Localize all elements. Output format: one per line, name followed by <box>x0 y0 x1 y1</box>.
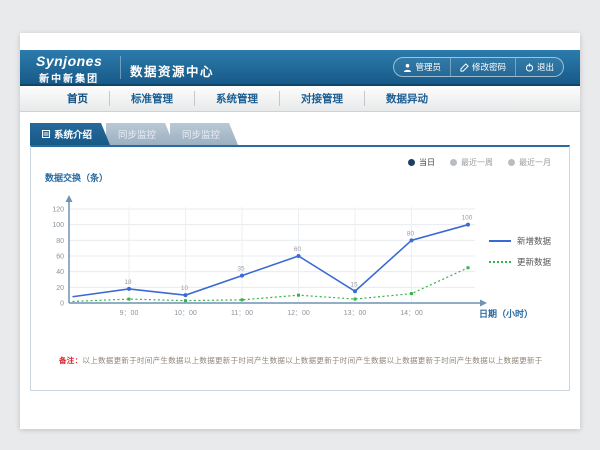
legend-updated-data-label: 更新数据 <box>517 256 551 268</box>
filter-last-month[interactable]: 最近一月 <box>508 157 551 168</box>
legend-item-new-data: 新增数据 <box>489 235 551 247</box>
legend-item-updated-data: 更新数据 <box>489 256 551 268</box>
tab-system-intro-label: 系统介绍 <box>54 127 92 141</box>
chart-panel: 当日 最近一周 最近一月 数据交换（条） 0 20 40 60 80 100 120 9：00… <box>30 145 570 391</box>
time-range-filters: 当日 最近一周 最近一月 <box>408 157 551 168</box>
svg-text:14：00: 14：00 <box>400 310 423 317</box>
svg-text:100: 100 <box>52 222 64 229</box>
svg-text:10: 10 <box>181 285 189 292</box>
svg-text:60: 60 <box>294 246 302 253</box>
svg-text:13：00: 13：00 <box>344 310 367 317</box>
y-axis-title: 数据交换（条） <box>45 171 108 184</box>
radio-selected-icon <box>408 159 415 166</box>
change-password-button[interactable]: 修改密码 <box>450 58 515 76</box>
logo-brand-text: Synjones <box>36 53 102 69</box>
nav-item-system-mgmt[interactable]: 系统管理 <box>194 91 279 106</box>
document-icon <box>42 130 50 138</box>
tab-bar: 系统介绍 同步监控 同步监控 <box>30 123 234 145</box>
radio-unselected-icon <box>450 159 457 166</box>
app-header: Synjones 新中新集团 数据资源中心 管理员 修改密码 <box>20 50 580 86</box>
admin-user-button[interactable]: 管理员 <box>394 58 450 76</box>
tab-system-intro[interactable]: 系统介绍 <box>30 123 110 145</box>
filter-today[interactable]: 当日 <box>408 157 435 168</box>
svg-text:12：00: 12：00 <box>287 310 310 317</box>
tab-sync-monitor-2[interactable]: 同步监控 <box>170 123 238 145</box>
svg-text:0: 0 <box>60 301 64 308</box>
svg-text:15: 15 <box>350 281 358 288</box>
tab-sync-monitor-2-label: 同步监控 <box>182 127 220 141</box>
x-axis-title: 日期（小时） <box>479 307 533 320</box>
svg-text:40: 40 <box>56 269 64 276</box>
radio-unselected-icon <box>508 159 515 166</box>
app-window: Synjones 新中新集团 数据资源中心 管理员 修改密码 <box>20 33 580 429</box>
logout-label: 退出 <box>537 61 554 73</box>
nav-item-home[interactable]: 首页 <box>46 91 109 106</box>
svg-text:35: 35 <box>237 266 245 273</box>
svg-text:80: 80 <box>407 230 415 237</box>
svg-text:11：00: 11：00 <box>231 310 253 317</box>
filter-last-week-label: 最近一周 <box>461 157 493 168</box>
solid-line-icon <box>489 240 511 242</box>
svg-text:120: 120 <box>52 207 64 214</box>
logout-icon <box>525 63 534 72</box>
footnote-label: 备注： <box>59 356 82 365</box>
footnote-text: 以上数据更新于时间产生数据以上数据更新于时间产生数据以上数据更新于时间产生数据以… <box>82 356 542 365</box>
svg-text:18: 18 <box>124 279 132 286</box>
logo-company-text: 新中新集团 <box>36 70 102 85</box>
edit-icon <box>460 63 469 72</box>
filter-today-label: 当日 <box>419 157 435 168</box>
filter-last-week[interactable]: 最近一周 <box>450 157 493 168</box>
company-logo: Synjones 新中新集团 <box>36 53 102 85</box>
tab-sync-monitor-1[interactable]: 同步监控 <box>106 123 174 145</box>
user-actions-group: 管理员 修改密码 退出 <box>393 57 564 77</box>
svg-text:100: 100 <box>462 215 473 222</box>
logout-button[interactable]: 退出 <box>515 58 563 76</box>
dotted-line-icon <box>489 261 511 263</box>
svg-text:60: 60 <box>56 254 64 261</box>
svg-text:10：00: 10：00 <box>174 310 197 317</box>
tab-sync-monitor-1-label: 同步监控 <box>118 127 156 141</box>
svg-text:20: 20 <box>56 285 64 292</box>
header-divider <box>120 56 121 79</box>
svg-text:9：00: 9：00 <box>120 310 139 317</box>
page-title: 数据资源中心 <box>130 61 214 80</box>
user-icon <box>403 63 412 72</box>
svg-text:80: 80 <box>56 238 64 245</box>
line-chart: 0 20 40 60 80 100 120 9：00 10：00 11：00 12：00 13：00 1… <box>49 187 499 337</box>
change-password-label: 修改密码 <box>472 61 506 73</box>
chart-legend: 新增数据 更新数据 <box>489 235 551 268</box>
nav-item-interface-mgmt[interactable]: 对接管理 <box>279 91 364 106</box>
nav-item-standard-mgmt[interactable]: 标准管理 <box>109 91 194 106</box>
admin-user-label: 管理员 <box>415 61 441 73</box>
filter-last-month-label: 最近一月 <box>519 157 551 168</box>
main-nav: 首页 标准管理 系统管理 对接管理 数据异动 <box>20 86 580 112</box>
legend-new-data-label: 新增数据 <box>517 235 551 247</box>
footnote: 备注：以上数据更新于时间产生数据以上数据更新于时间产生数据以上数据更新于时间产生… <box>59 356 554 367</box>
nav-item-data-change[interactable]: 数据异动 <box>364 91 449 106</box>
